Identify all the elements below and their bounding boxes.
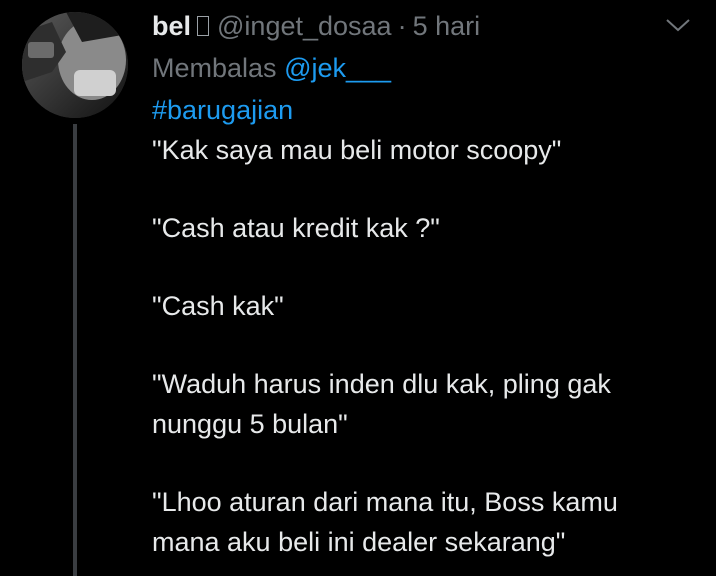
tweet-timestamp[interactable]: 5 hari [413, 11, 481, 42]
emoji-placeholder-icon [197, 16, 210, 36]
tweet-line: "Kak saya mau beli motor scoopy" [152, 135, 562, 165]
author-name[interactable]: bel [152, 11, 191, 42]
tweet-body: #barugajian "Kak saya mau beli motor sco… [152, 90, 712, 562]
author-handle[interactable]: @inget_dosaa [217, 11, 392, 42]
reply-context: Membalas @jek___ [152, 48, 391, 88]
reply-prefix: Membalas [152, 53, 277, 83]
hashtag-link[interactable]: #barugajian [152, 90, 712, 130]
tweet-line: "Cash kak" [152, 291, 284, 321]
avatar-image [22, 12, 128, 118]
thread-connector-line [73, 124, 77, 576]
reply-mention-link[interactable]: @jek___ [284, 53, 391, 83]
chevron-down-icon[interactable] [664, 14, 692, 36]
tweet-line: "Cash atau kredit kak ?" [152, 213, 440, 243]
separator-dot: · [397, 10, 407, 41]
tweet-header: bel @inget_dosaa · 5 hari [152, 6, 480, 46]
tweet-line: mana aku beli ini dealer sekarang" [152, 527, 566, 557]
tweet-line: "Lhoo aturan dari mana itu, Boss kamu [152, 487, 618, 517]
tweet-line: "Waduh harus inden dlu kak, pling gak [152, 369, 611, 399]
tweet-line: nunggu 5 bulan" [152, 409, 348, 439]
avatar[interactable] [22, 12, 128, 118]
